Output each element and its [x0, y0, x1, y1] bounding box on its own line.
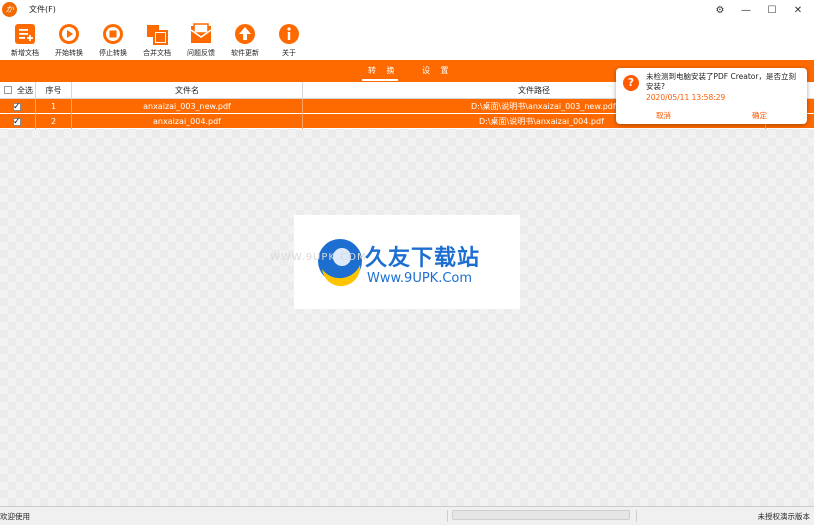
- header-select-all[interactable]: 全选: [0, 82, 36, 99]
- watermark-url: Www.9UPK.Com: [367, 271, 473, 286]
- update-button[interactable]: 软件更新: [225, 22, 265, 60]
- maximize-button[interactable]: ☐: [762, 2, 782, 18]
- title-bar: か 文件(F) ⚙ — ☐ ✕: [0, 0, 814, 20]
- row-checkbox[interactable]: [13, 100, 21, 114]
- select-all-checkbox[interactable]: [4, 86, 12, 94]
- header-index: 序号: [36, 82, 72, 99]
- status-progress-track: [452, 510, 630, 520]
- tab-convert[interactable]: 转 换: [368, 65, 399, 76]
- app-logo-icon: か: [2, 2, 17, 17]
- start-convert-label: 开始转换: [55, 49, 83, 57]
- row-filename: anxaizai_004.pdf: [72, 114, 303, 129]
- watermark-title: 久友下载站: [365, 246, 481, 271]
- status-welcome: 欢迎使用: [0, 512, 30, 521]
- feedback-label: 问题反馈: [187, 49, 215, 57]
- stop-icon: [103, 24, 123, 44]
- row-checkbox[interactable]: [13, 115, 21, 129]
- notification-popup: ? 未检测到电脑安装了PDF Creator，是否立刻安装? 2020/05/1…: [616, 68, 807, 124]
- start-convert-button[interactable]: 开始转换: [49, 22, 89, 60]
- close-button[interactable]: ✕: [788, 2, 808, 18]
- toolbar: 新增文档 开始转换 停止转换 合并文档 问题反馈 软件更新 关于: [0, 20, 814, 60]
- merge-doc-button[interactable]: 合并文档: [137, 22, 177, 60]
- merge-doc-label: 合并文档: [143, 49, 171, 57]
- header-filename: 文件名: [72, 82, 303, 99]
- stop-convert-button[interactable]: 停止转换: [93, 22, 133, 60]
- row-index: 1: [36, 99, 72, 114]
- select-all-label: 全选: [17, 86, 33, 95]
- add-doc-icon: [15, 24, 35, 44]
- status-divider: [447, 510, 448, 522]
- notification-time: 2020/05/11 13:58:29: [646, 93, 726, 102]
- tab-settings[interactable]: 设 置: [422, 65, 453, 76]
- notification-confirm-button[interactable]: 确定: [752, 110, 767, 121]
- feedback-button[interactable]: 问题反馈: [181, 22, 221, 60]
- question-icon: ?: [623, 75, 639, 91]
- row-filename: anxaizai_003_new.pdf: [72, 99, 303, 114]
- play-icon: [59, 24, 79, 44]
- row-checkbox-cell[interactable]: [0, 99, 36, 114]
- settings-gear-icon[interactable]: ⚙: [710, 2, 730, 18]
- active-tab-indicator: [362, 79, 398, 81]
- merge-icon: [147, 25, 168, 45]
- status-license: 未授权演示版本: [757, 512, 811, 521]
- watermark-url-left: WWW.9UPK.COM: [270, 252, 367, 263]
- upload-arrow-icon: [235, 24, 255, 44]
- notification-cancel-button[interactable]: 取消: [656, 110, 671, 121]
- row-checkbox-cell[interactable]: [0, 114, 36, 129]
- stop-convert-label: 停止转换: [99, 49, 127, 57]
- add-doc-button[interactable]: 新增文档: [5, 22, 45, 60]
- about-button[interactable]: 关于: [269, 22, 309, 60]
- add-doc-label: 新增文档: [11, 49, 39, 57]
- status-divider: [636, 510, 637, 522]
- info-icon: [279, 24, 299, 44]
- mail-icon: [190, 23, 212, 43]
- row-index: 2: [36, 114, 72, 129]
- update-label: 软件更新: [231, 49, 259, 57]
- menu-file[interactable]: 文件(F): [29, 4, 56, 15]
- minimize-button[interactable]: —: [736, 2, 756, 18]
- notification-message: 未检测到电脑安装了PDF Creator，是否立刻安装?: [646, 72, 796, 91]
- status-bar: 欢迎使用 未授权演示版本: [0, 506, 814, 525]
- about-label: 关于: [282, 49, 296, 57]
